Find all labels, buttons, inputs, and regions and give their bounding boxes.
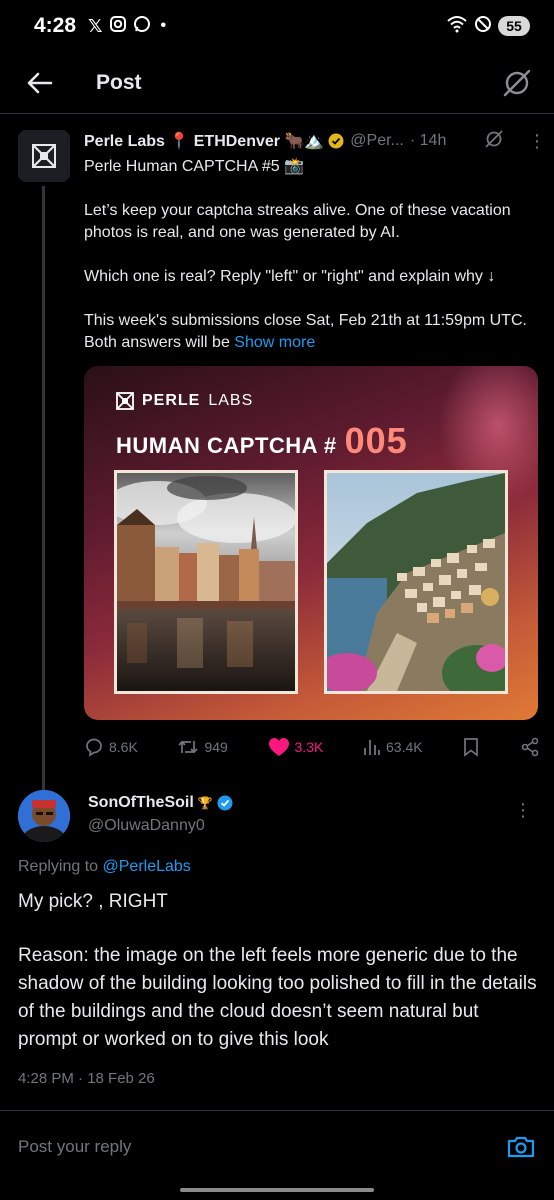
repost-count: 949: [204, 739, 228, 755]
card-number: 005: [344, 420, 408, 461]
post-time: · 14h: [409, 132, 447, 149]
grok-explain-button[interactable]: [484, 129, 504, 154]
card-brand: PERLE LABS: [116, 392, 253, 410]
reply-author-name: SonOfTheSoil: [88, 794, 194, 811]
perle-logo-icon: [116, 392, 134, 410]
left-photo: [114, 470, 298, 694]
post-paragraph-1: Let’s keep your captcha streaks alive. O…: [84, 202, 511, 241]
battery-indicator: 55: [498, 16, 530, 36]
wifi-icon: [446, 15, 468, 38]
grok-icon: [503, 69, 531, 96]
views-bar-chart-icon: [364, 740, 380, 755]
card-title: HUMAN CAPTCHA # 005: [116, 420, 408, 461]
grok-button[interactable]: [500, 66, 534, 100]
verified-blue-badge-icon: [217, 795, 233, 811]
perle-logo-icon: [32, 144, 56, 168]
reply-more-options-button[interactable]: ⋮: [514, 800, 532, 821]
heart-filled-icon: [268, 738, 289, 756]
status-time: 4:28: [34, 14, 77, 37]
reply-author-name-row[interactable]: SonOfTheSoil 🏆: [88, 794, 233, 812]
dnd-icon: [474, 15, 492, 38]
reply-composer: Post your reply: [0, 1111, 554, 1183]
show-more-link[interactable]: Show more: [234, 334, 315, 351]
more-notifications-dot: •: [160, 17, 167, 34]
home-indicator[interactable]: [180, 1188, 374, 1192]
author-avatar[interactable]: [18, 130, 70, 182]
reply-timestamp: 4:28 PM · 18 Feb 26: [18, 1070, 155, 1087]
reply-line-1: My pick? , RIGHT: [18, 891, 168, 912]
reply-text: My pick? , RIGHT Reason: the image on th…: [18, 888, 542, 1080]
share-button[interactable]: [520, 737, 540, 757]
post-line-1: Perle Human CAPTCHA #5 📸: [84, 158, 304, 175]
post-media-image[interactable]: PERLE LABS HUMAN CAPTCHA # 005: [84, 366, 538, 720]
arrow-left-icon: [27, 72, 53, 93]
reply-icon: [86, 738, 102, 757]
whatsapp-icon: [133, 15, 151, 38]
views-button[interactable]: 63.4K: [363, 738, 423, 756]
replying-to-handle[interactable]: @PerleLabs: [103, 858, 191, 875]
like-count: 3.3K: [294, 739, 324, 755]
notification-icons: 𝕏 •: [88, 15, 166, 38]
post-text: Perle Human CAPTCHA #5 📸 Let’s keep your…: [84, 156, 534, 354]
replying-to: Replying to @PerleLabs: [18, 858, 191, 875]
thread-line: [42, 186, 45, 796]
reply-count: 8.6K: [109, 739, 138, 755]
post-paragraph-2: Which one is real? Reply "left" or "righ…: [84, 268, 496, 285]
author-handle[interactable]: @Per...: [350, 132, 404, 150]
reply-author-avatar[interactable]: [18, 790, 70, 842]
view-count: 63.4K: [386, 739, 423, 755]
reply-author-handle[interactable]: @OluwaDanny0: [88, 817, 205, 835]
bookmark-icon: [464, 738, 479, 757]
bookmark-button[interactable]: [462, 737, 480, 757]
top-app-bar: Post: [0, 52, 554, 114]
instagram-icon: [109, 15, 127, 38]
reply-button[interactable]: 8.6K: [84, 737, 138, 757]
like-button[interactable]: 3.3K: [268, 737, 324, 757]
trophy-emoji-icon: 🏆: [197, 796, 213, 810]
author-name[interactable]: Perle Labs 📍 ETHDenver 🐂🏔️: [84, 131, 324, 151]
repost-icon: [178, 740, 199, 754]
more-options-button[interactable]: ⋮: [528, 132, 546, 150]
share-icon: [521, 737, 539, 757]
verified-gold-badge-icon: [328, 133, 344, 149]
page-title: Post: [96, 70, 142, 94]
grok-icon: [485, 129, 503, 148]
x-app-icon: 𝕏: [88, 15, 103, 36]
camera-button[interactable]: [506, 1132, 536, 1162]
right-photo: [324, 470, 508, 694]
repost-button[interactable]: 949: [177, 737, 228, 757]
post-actions: 8.6K 949 3.3K 63.4K: [84, 734, 540, 760]
camera-icon: [507, 1136, 535, 1158]
reply-input[interactable]: Post your reply: [18, 1137, 131, 1157]
reply-paragraph-2: Reason: the image on the left feels more…: [18, 945, 537, 1050]
back-button[interactable]: [20, 63, 60, 103]
status-bar: 4:28 𝕏 • 55: [0, 0, 554, 52]
